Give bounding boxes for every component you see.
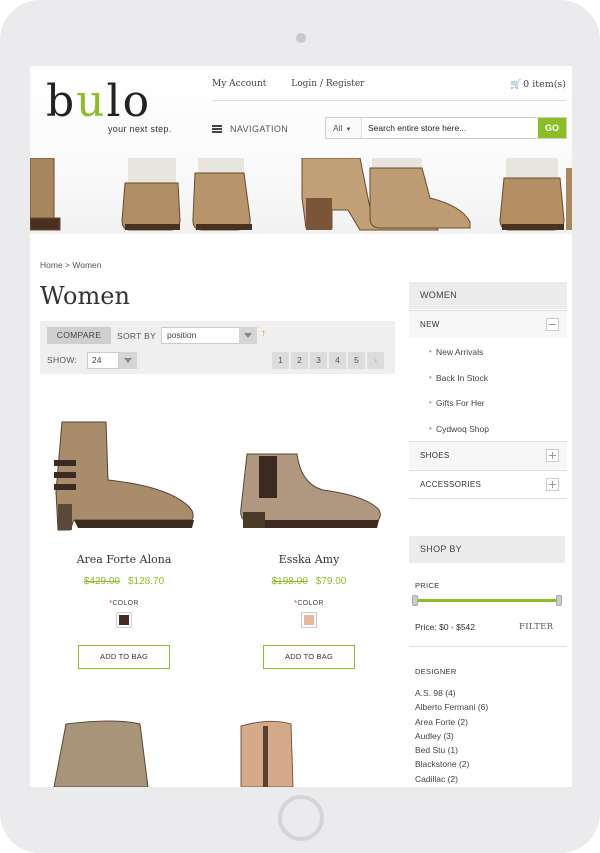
color-label: *COLOR	[294, 600, 324, 607]
page-1-button[interactable]: 1	[272, 352, 289, 369]
search-go-button[interactable]: GO	[538, 118, 566, 138]
logo-text-end: lo	[106, 76, 152, 127]
sidebar-category-shoes[interactable]: SHOES	[409, 442, 567, 469]
my-account-link[interactable]: My Account	[212, 79, 266, 89]
product-image[interactable]	[229, 412, 389, 537]
sidebar-item-back-in-stock[interactable]: Back In Stock	[429, 373, 488, 383]
breadcrumb[interactable]: Home > Women	[40, 260, 102, 270]
designer-item[interactable]: Area Forte (2)	[415, 715, 488, 729]
sidebar-divider	[409, 498, 567, 499]
hero-shoe-2	[121, 158, 181, 231]
header-hero: bulo your next step. My Account Login / …	[30, 66, 572, 234]
designer-item[interactable]: Bed Stu (1)	[415, 743, 488, 757]
hero-shoes-image	[30, 158, 572, 231]
price-slider-track[interactable]	[415, 599, 560, 602]
product-image-partial[interactable]	[229, 716, 379, 787]
site-logo[interactable]: bulo	[46, 76, 151, 127]
browser-screen: bulo your next step. My Account Login / …	[30, 66, 572, 787]
page-title: Women	[40, 282, 130, 310]
price-range-text: Price: $0 - $542	[415, 622, 476, 632]
hero-shoe-3	[192, 158, 252, 231]
product-image-partial[interactable]	[44, 716, 194, 787]
hero-shoe-7	[566, 168, 572, 230]
color-swatch[interactable]	[116, 612, 132, 628]
next-page-button[interactable]: ›	[367, 352, 384, 369]
designer-item[interactable]: Alberto Fermani (6)	[415, 700, 488, 714]
color-label: *COLOR	[109, 600, 139, 607]
category-label: SHOES	[420, 451, 450, 460]
expand-plus-icon[interactable]	[546, 449, 559, 462]
collapse-minus-icon[interactable]	[546, 318, 559, 331]
product-prices: $429.00 $128.70	[44, 576, 204, 587]
product-name[interactable]: Esska Amy	[229, 553, 389, 566]
sale-price: $79.00	[315, 576, 347, 587]
show-dropdown-chevron-icon[interactable]	[119, 352, 137, 369]
show-label: SHOW:	[47, 355, 78, 365]
designer-item[interactable]: A.S. 98 (4)	[415, 686, 488, 700]
sidebar-item-new-arrivals[interactable]: New Arrivals	[429, 347, 483, 357]
home-button[interactable]	[278, 795, 324, 841]
sidebar-women-heading: WOMEN	[409, 282, 567, 309]
show-count-select[interactable]: 24	[87, 352, 119, 369]
page-5-button[interactable]: 5	[348, 352, 365, 369]
price-filter-label: PRICE	[415, 581, 440, 590]
search-input[interactable]	[362, 118, 538, 138]
price-slider-min-handle[interactable]	[412, 595, 418, 606]
search-bar: All▼ GO	[325, 117, 567, 139]
pagination: 1 2 3 4 5 ›	[272, 352, 386, 369]
navigation-menu[interactable]: NAVIGATION	[212, 124, 288, 134]
filter-button[interactable]: FILTER	[519, 622, 553, 632]
sidebar-item-cydwoq-shop[interactable]: Cydwoq Shop	[429, 424, 489, 434]
navigation-label: NAVIGATION	[230, 124, 289, 134]
logo-accent-letter: u	[76, 76, 107, 127]
cart-count: 0 item(s)	[523, 79, 566, 90]
sort-direction-arrow-icon[interactable]: ↑	[261, 328, 266, 339]
color-swatch[interactable]	[301, 612, 317, 628]
compare-button[interactable]: COMPARE	[47, 327, 111, 344]
hero-shoe-6	[499, 158, 565, 231]
expand-plus-icon[interactable]	[546, 478, 559, 491]
sidebar-category-accessories[interactable]: ACCESSORIES	[409, 471, 567, 498]
tablet-frame: bulo your next step. My Account Login / …	[0, 0, 600, 853]
header-divider	[212, 100, 566, 101]
category-label: NEW	[420, 320, 440, 329]
login-register-link[interactable]: Login / Register	[291, 79, 364, 89]
sort-by-label: SORT BY	[117, 331, 157, 341]
cart-link[interactable]: 🛒 0 item(s)	[510, 79, 566, 90]
designer-item[interactable]: Cadillac (2)	[415, 772, 488, 786]
designer-filter-label: DESIGNER	[415, 667, 457, 676]
hamburger-icon	[212, 125, 222, 133]
sale-price: $128.70	[128, 576, 165, 587]
sidebar-shop-by-heading: SHOP BY	[409, 536, 565, 563]
top-links: My Account Login / Register	[212, 79, 386, 89]
tagline: your next step.	[108, 124, 172, 134]
old-price: $429.00	[83, 576, 120, 587]
page-3-button[interactable]: 3	[310, 352, 327, 369]
product-prices: $198.00 $79.00	[229, 576, 389, 587]
sidebar-divider	[409, 646, 567, 647]
product-name[interactable]: Area Forte Alona	[44, 553, 204, 566]
product-toolbar: COMPARE SORT BY position ↑ SHOW: 24 1 2 …	[40, 321, 395, 374]
search-category-select[interactable]: All ▼	[326, 118, 362, 138]
chevron-down-icon: ▼	[345, 127, 352, 133]
logo-text: b	[46, 76, 77, 127]
add-to-bag-button[interactable]: ADD TO BAG	[263, 645, 355, 669]
page-4-button[interactable]: 4	[329, 352, 346, 369]
hero-shoe-1	[30, 158, 61, 231]
add-to-bag-button[interactable]: ADD TO BAG	[78, 645, 170, 669]
designer-list: A.S. 98 (4) Alberto Fermani (6) Area For…	[415, 686, 488, 786]
product-image[interactable]	[44, 412, 204, 537]
designer-item[interactable]: Audley (3)	[415, 729, 488, 743]
hero-shoe-5	[369, 158, 471, 229]
cart-icon: 🛒	[509, 80, 522, 90]
sidebar-category-new[interactable]: NEW	[409, 311, 567, 338]
designer-item[interactable]: Blackstone (2)	[415, 757, 488, 771]
sidebar-item-gifts-for-her[interactable]: Gifts For Her	[429, 398, 485, 408]
sort-dropdown-chevron-icon[interactable]	[239, 327, 257, 344]
price-slider-max-handle[interactable]	[556, 595, 562, 606]
old-price: $198.00	[271, 576, 308, 587]
camera-icon	[296, 33, 306, 43]
page-2-button[interactable]: 2	[291, 352, 308, 369]
category-label: ACCESSORIES	[420, 480, 482, 489]
